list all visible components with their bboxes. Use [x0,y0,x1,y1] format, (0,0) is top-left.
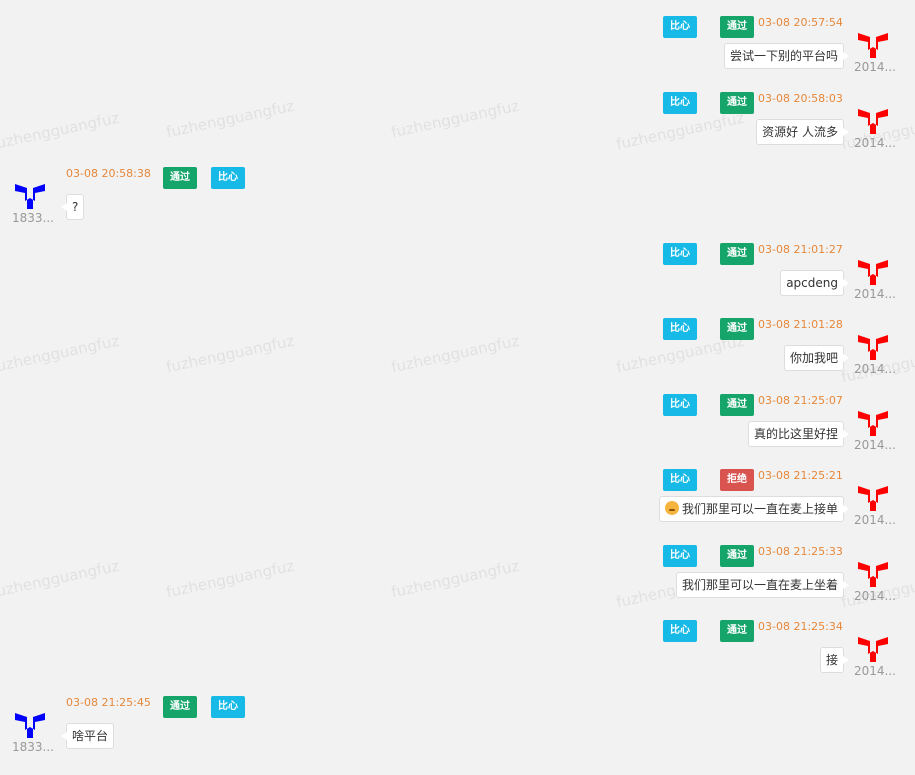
message-timestamp: 03-08 21:25:07 [758,394,843,407]
message-timestamp: 03-08 20:58:38 [66,167,151,180]
like-tag[interactable]: 比心 [663,545,697,567]
review-status-tag[interactable]: 通过 [720,16,754,38]
message-timestamp: 03-08 21:25:33 [758,545,843,558]
avatar[interactable] [14,708,46,740]
avatar[interactable] [857,632,889,664]
review-status-tag[interactable]: 通过 [720,620,754,642]
message-timestamp: 03-08 20:57:54 [758,16,843,29]
message-timestamp: 03-08 21:25:34 [758,620,843,633]
avatar[interactable] [857,330,889,362]
username: 2014... [854,664,896,678]
avatar[interactable] [857,481,889,513]
message-timestamp: 03-08 20:58:03 [758,92,843,105]
username: 2014... [854,438,896,452]
message-timestamp: 03-08 21:25:21 [758,469,843,482]
message-bubble: 接 [820,647,844,673]
watermark: fuzhengguangfuz [0,109,121,154]
username: 2014... [854,287,896,301]
message-text: 尝试一下别的平台吗 [730,49,838,63]
review-status-tag[interactable]: 通过 [720,394,754,416]
watermark: fuzhengguangfuz [165,332,296,377]
like-tag[interactable]: 比心 [663,92,697,114]
message-text: 真的比这里好捏 [754,427,838,441]
message-text: 我们那里可以一直在麦上接单 [682,502,838,516]
watermark: fuzhengguangfuz [390,557,521,602]
like-tag[interactable]: 比心 [663,620,697,642]
thinking-face-icon [665,501,679,515]
review-status-tag[interactable]: 拒绝 [720,469,754,491]
message-timestamp: 03-08 21:25:45 [66,696,151,709]
avatar[interactable] [857,557,889,589]
message-text: 接 [826,653,838,667]
message-text: 资源好 人流多 [762,125,838,139]
message-text: ? [72,200,78,214]
message-bubble: 我们那里可以一直在麦上接单 [659,496,844,522]
message-text: apcdeng [786,276,838,290]
watermark: fuzhengguangfuz [390,97,521,142]
watermark: fuzhengguangfuz [0,332,121,377]
chat-log: fuzhengguangfuz fuzhengguangfuz fuzhengg… [0,0,915,775]
review-status-tag[interactable]: 通过 [720,243,754,265]
message-bubble: ? [66,194,84,220]
message-timestamp: 03-08 21:01:28 [758,318,843,331]
message-bubble: 真的比这里好捏 [748,421,844,447]
review-status-tag[interactable]: 通过 [720,92,754,114]
message-timestamp: 03-08 21:01:27 [758,243,843,256]
message-bubble: 资源好 人流多 [756,119,844,145]
username: 2014... [854,589,896,603]
review-status-tag[interactable]: 通过 [720,318,754,340]
like-tag[interactable]: 比心 [663,243,697,265]
avatar[interactable] [857,255,889,287]
like-tag[interactable]: 比心 [663,394,697,416]
watermark: fuzhengguangfuz [165,97,296,142]
avatar[interactable] [857,28,889,60]
message-bubble: 尝试一下别的平台吗 [724,43,844,69]
watermark: fuzhengguangfuz [165,557,296,602]
username: 2014... [854,513,896,527]
message-text: 啥平台 [72,729,108,743]
avatar[interactable] [857,406,889,438]
review-status-tag[interactable]: 通过 [720,545,754,567]
username: 2014... [854,362,896,376]
message-bubble: 啥平台 [66,723,114,749]
like-tag[interactable]: 比心 [211,167,245,189]
review-status-tag[interactable]: 通过 [163,696,197,718]
like-tag[interactable]: 比心 [663,16,697,38]
username: 1833... [12,740,54,754]
message-text: 我们那里可以一直在麦上坐着 [682,578,838,592]
watermark: fuzhengguangfuz [615,109,746,154]
watermark: fuzhengguangfuz [390,332,521,377]
message-bubble: apcdeng [780,270,844,296]
message-bubble: 你加我吧 [784,345,844,371]
watermark: fuzhengguangfuz [0,557,121,602]
username: 2014... [854,60,896,74]
message-bubble: 我们那里可以一直在麦上坐着 [676,572,844,598]
avatar[interactable] [857,104,889,136]
like-tag[interactable]: 比心 [663,318,697,340]
username: 1833... [12,211,54,225]
like-tag[interactable]: 比心 [663,469,697,491]
username: 2014... [854,136,896,150]
review-status-tag[interactable]: 通过 [163,167,197,189]
like-tag[interactable]: 比心 [211,696,245,718]
message-text: 你加我吧 [790,351,838,365]
avatar[interactable] [14,179,46,211]
